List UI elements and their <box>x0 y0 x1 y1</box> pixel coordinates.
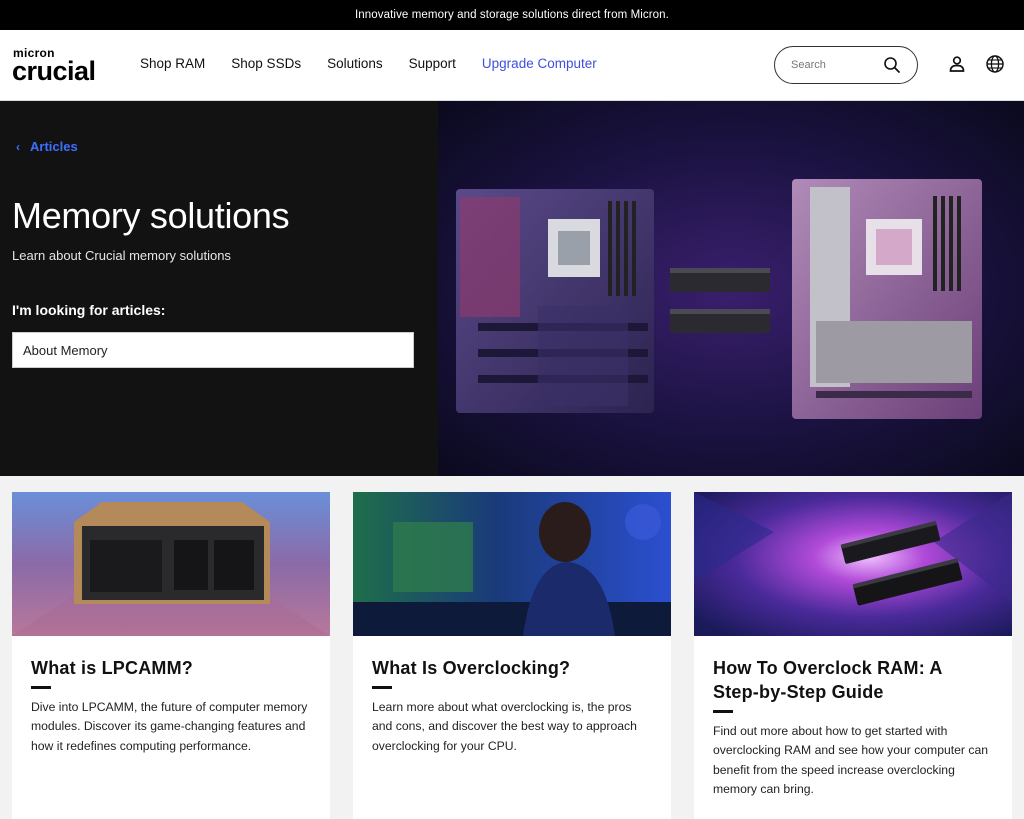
promo-banner: Innovative memory and storage solutions … <box>0 0 1024 30</box>
crucial-logo[interactable]: micron crucial <box>12 46 112 86</box>
page-title: Memory solutions <box>12 195 290 236</box>
card-description: Find out more about how to get started w… <box>713 724 989 797</box>
search-input[interactable]: Search <box>774 46 918 84</box>
site-header: micron crucial Shop RAM Shop SSDs Soluti… <box>0 30 1024 101</box>
breadcrumb-articles[interactable]: Articles <box>30 139 78 154</box>
article-card-overclock-ram[interactable]: How To Overclock RAM: A Step-by-Step Gui… <box>694 492 1012 819</box>
chevron-left-icon: ‹ <box>16 139 20 154</box>
article-card-overclocking[interactable]: What Is Overclocking? Learn more about w… <box>353 492 671 819</box>
card-title[interactable]: What is LPCAMM? <box>31 656 311 680</box>
breadcrumb[interactable]: ‹ Articles <box>16 139 78 154</box>
card-description: Dive into LPCAMM, the future of computer… <box>31 700 308 753</box>
main-nav: Shop RAM Shop SSDs Solutions Support Upg… <box>140 56 623 71</box>
title-divider <box>31 686 51 689</box>
article-filter-select[interactable]: About Memory <box>12 332 414 368</box>
page-subtitle: Learn about Crucial memory solutions <box>12 248 231 263</box>
promo-text: Innovative memory and storage solutions … <box>355 9 669 21</box>
title-divider <box>372 686 392 689</box>
lpcamm-image <box>12 492 330 636</box>
nav-support[interactable]: Support <box>409 56 456 71</box>
logo-crucial-text: crucial <box>12 56 96 86</box>
nav-upgrade-computer[interactable]: Upgrade Computer <box>482 56 597 71</box>
nav-shop-ssds[interactable]: Shop SSDs <box>231 56 301 71</box>
card-description: Learn more about what overclocking is, t… <box>372 700 637 753</box>
article-card-lpcamm[interactable]: What is LPCAMM? Dive into LPCAMM, the fu… <box>12 492 330 819</box>
globe-icon[interactable] <box>985 54 1005 74</box>
filter-label: I'm looking for articles: <box>12 302 166 318</box>
account-icon[interactable] <box>947 54 967 74</box>
search-placeholder: Search <box>791 59 826 71</box>
gamer-image <box>353 492 671 636</box>
filter-selected-value: About Memory <box>23 343 108 358</box>
title-divider <box>713 710 733 713</box>
nav-solutions[interactable]: Solutions <box>327 56 383 71</box>
hero-motherboards-image <box>438 101 1024 476</box>
card-title[interactable]: What Is Overclocking? <box>372 656 652 680</box>
hero-section: ‹ Articles Memory solutions Learn about … <box>0 101 1024 476</box>
search-icon[interactable] <box>883 56 901 74</box>
nav-shop-ram[interactable]: Shop RAM <box>140 56 205 71</box>
ram-modules-image <box>694 492 1012 636</box>
card-title[interactable]: How To Overclock RAM: A Step-by-Step Gui… <box>713 656 993 704</box>
